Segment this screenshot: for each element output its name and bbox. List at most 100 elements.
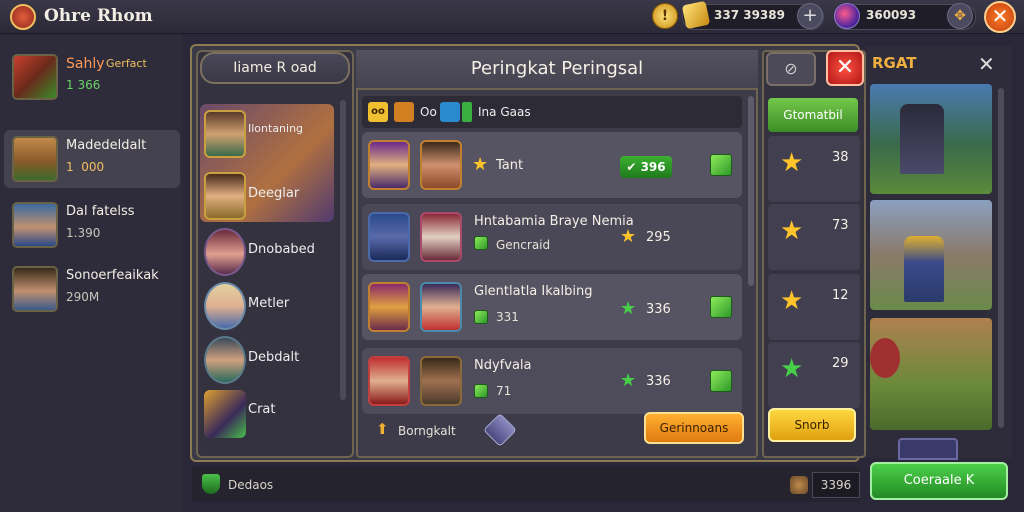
sidebar-item-sub: 1 366	[66, 78, 101, 92]
tab-handle[interactable]	[898, 438, 958, 460]
hero-list-item[interactable]: Ilontaning	[200, 106, 340, 162]
quest-icon[interactable]: !	[652, 3, 678, 29]
rank-item: ★ 38	[768, 136, 860, 202]
star-icon: ★	[780, 216, 804, 246]
filter-oo-label: Oo	[420, 105, 437, 119]
item-chest-icon	[12, 54, 58, 100]
hero-list-item[interactable]: Dnobabed	[200, 224, 340, 280]
close-icon[interactable]: ✕	[978, 52, 995, 76]
row-sub: 331	[496, 310, 519, 324]
battle-scene-image	[870, 84, 992, 194]
sidebar-item-sub: 1 000	[66, 160, 105, 174]
shield-icon[interactable]	[394, 102, 414, 122]
leaderboard-row[interactable]: Ndyfvala 71 ★ 336	[362, 348, 742, 414]
hero-list-item[interactable]: Metler	[200, 278, 340, 334]
gains-button[interactable]: Gerinnoans	[644, 412, 744, 444]
wing-icon[interactable]	[440, 102, 460, 122]
hero-avatar	[12, 266, 58, 312]
shield-icon	[202, 474, 220, 494]
hero-avatar	[420, 356, 462, 406]
preview-scrollbar[interactable]	[998, 88, 1004, 428]
hero-list-item[interactable]: Crat	[200, 386, 340, 442]
gold-ticket-icon	[681, 0, 711, 30]
sidebar-item[interactable]: Madedeldalt 1 000	[4, 130, 180, 188]
rank-item: ★ 29	[768, 342, 860, 408]
star-icon: ★	[620, 370, 637, 391]
lock-icon[interactable]: ⊘	[766, 52, 816, 86]
hero-list-item[interactable]: Deeglar	[200, 168, 340, 224]
battle-scene-image	[870, 200, 992, 310]
rank-item: ★ 73	[768, 204, 860, 270]
score-pill: ✔ 396	[620, 156, 672, 178]
arrow-up-icon: ⬆	[376, 420, 389, 438]
rank-item: ★ 12	[768, 274, 860, 340]
hero-name: Debdalt	[248, 350, 300, 365]
app-logo-icon[interactable]	[10, 4, 36, 30]
filter-label: Ina Gaas	[478, 105, 531, 119]
sidebar-item[interactable]: Sonoerfeaikak 290M	[4, 260, 180, 318]
close-panel-button[interactable]: ✕	[826, 50, 864, 86]
hero-list-header[interactable]: Iiame R oad	[200, 52, 350, 84]
star-icon: ★	[472, 154, 489, 175]
hero-list-scrollbar[interactable]	[340, 100, 346, 400]
filter-badge-icon[interactable]: oo	[368, 102, 388, 122]
row-title: Tant	[496, 158, 524, 173]
battle-scene-image	[870, 318, 992, 430]
hero-list-item[interactable]: Debdalt	[200, 332, 340, 388]
row-sub: 71	[496, 384, 512, 398]
gem-icon	[474, 384, 488, 398]
gem-icon[interactable]	[710, 370, 732, 392]
leaderboard-scrollbar[interactable]	[748, 96, 754, 286]
row-score: 336	[646, 302, 671, 317]
leaderboard-title: Peringkat Peringsal	[356, 50, 758, 90]
sidebar-item-name: Sahly	[66, 56, 105, 72]
gem-icon	[474, 310, 488, 324]
star-icon: ★	[780, 148, 804, 178]
sidebar-item-name: Dal fatelss	[66, 204, 135, 219]
leaderboard-row[interactable]: Glentlatla Ikalbing 331 ★ 336	[362, 274, 742, 340]
bottom-value: 3396	[812, 472, 860, 498]
hero-avatar	[368, 212, 410, 262]
sidebar-item[interactable]: Sahly Gerfact 1 366	[4, 48, 180, 106]
hero-avatar	[204, 282, 246, 330]
hero-avatar	[420, 212, 462, 262]
sidebar-item[interactable]: Dal fatelss 1.390	[4, 196, 180, 254]
gem-icon[interactable]	[710, 296, 732, 318]
footer-label: Borngkalt	[398, 424, 456, 438]
filter-bar	[362, 96, 742, 128]
sidebar-item-sub: 290M	[66, 290, 100, 304]
add-currency-1-button[interactable]: +	[797, 3, 823, 29]
create-button[interactable]: Coeraale K	[870, 462, 1008, 500]
leaderboard-row[interactable]: ★ Tant ✔ 396	[362, 132, 742, 198]
hero-name: Ilontaning	[248, 122, 304, 135]
bottom-label: Dedaos	[228, 478, 274, 492]
rank-value: 29	[832, 356, 849, 371]
settings-gear-icon[interactable]: ✥	[947, 3, 973, 29]
hero-avatar	[368, 282, 410, 332]
hero-name: Metler	[248, 296, 290, 311]
hero-name: Deeglar	[248, 186, 300, 201]
hero-avatar	[204, 336, 246, 384]
row-title: Ndyfvala	[474, 358, 532, 373]
row-score: 336	[646, 374, 671, 389]
star-icon: ★	[620, 298, 637, 319]
hero-avatar	[420, 140, 462, 190]
row-title: Hntabamia Braye Nemia	[474, 214, 634, 229]
rank-value: 38	[832, 150, 849, 165]
resource-icon	[790, 476, 808, 494]
rank-value: 12	[832, 288, 849, 303]
status-button[interactable]: Gtomatbil	[768, 98, 858, 132]
row-score: 396	[640, 160, 666, 174]
sidebar-item-name: Madedeldalt	[66, 138, 147, 153]
stock-button[interactable]: Snorb	[768, 408, 856, 442]
hero-avatar	[204, 228, 246, 276]
app-name: Ohre Rhom	[44, 6, 153, 26]
hero-emblem-icon	[204, 390, 246, 438]
sidebar-item-tag: Gerfact	[106, 57, 147, 70]
gem-icon[interactable]	[710, 154, 732, 176]
currency-1-value: 337 39389	[714, 8, 785, 22]
hero-avatar	[368, 356, 410, 406]
currency-2-value: 360093	[866, 8, 917, 22]
close-window-button[interactable]: ✕	[984, 1, 1016, 33]
leaderboard-row[interactable]: Hntabamia Braye Nemia Gencraid ★ 295	[362, 204, 742, 270]
